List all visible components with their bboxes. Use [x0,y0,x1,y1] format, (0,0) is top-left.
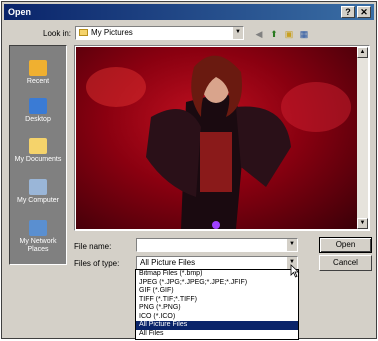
scroll-down-icon[interactable]: ▼ [357,218,368,229]
file-name-input[interactable]: ▼ [136,238,298,252]
recent-icon [29,60,47,76]
dropdown-option[interactable]: GIF (*.GIF) [136,287,298,296]
dropdown-option[interactable]: TIFF (*.TIF;*.TIFF) [136,296,298,305]
place-label: Desktop [25,116,51,123]
look-in-combo[interactable]: My Pictures ▼ [75,26,244,40]
place-label: My Network Places [19,238,57,253]
close-button[interactable]: ✕ [357,6,371,18]
preview-photo [76,47,358,229]
my-computer-icon [29,179,47,195]
my-documents-icon [29,138,47,154]
dropdown-option[interactable]: All Files [136,330,298,339]
files-of-type-value: All Picture Files [140,258,196,267]
place-desktop[interactable]: Desktop [10,98,66,124]
scroll-up-icon[interactable]: ▲ [357,47,368,58]
new-folder-icon[interactable]: ▣ [283,29,295,40]
files-of-type-label: Files of type: [74,259,120,268]
place-label: My Documents [14,156,62,163]
dropdown-option-selected[interactable]: All Picture Files [136,321,298,330]
file-name-label: File name: [74,242,112,251]
place-recent[interactable]: Recent [10,60,66,86]
place-label: My Computer [16,197,59,204]
chevron-down-icon[interactable]: ▼ [286,239,297,251]
up-folder-icon[interactable]: ⬆ [268,29,280,40]
mouse-cursor-icon [290,264,300,278]
look-in-label: Look in: [43,29,72,38]
open-dialog: Open ? ✕ Look in: My Pictures ▼ ◀ ⬆ ▣ ▦ … [1,1,377,340]
look-in-value: My Pictures [91,28,133,37]
help-button[interactable]: ? [341,6,355,18]
network-places-icon [29,220,47,236]
back-icon[interactable]: ◀ [253,29,265,40]
vertical-scrollbar[interactable]: ▲ ▼ [357,47,368,229]
desktop-icon [29,98,47,114]
cancel-button[interactable]: Cancel [319,255,372,271]
chevron-down-icon[interactable]: ▼ [232,27,243,39]
place-my-computer[interactable]: My Computer [10,179,66,205]
place-label: Recent [26,78,50,85]
file-list-view[interactable]: ▲ ▼ [74,45,370,231]
dropdown-option[interactable]: ICO (*.ICO) [136,313,298,322]
title-bar[interactable]: Open ? ✕ [4,4,374,20]
folder-icon [79,29,88,37]
views-icon[interactable]: ▦ [298,29,310,40]
dropdown-option[interactable]: JPEG (*.JPG;*.JPEG;*.JPE;*.JFIF) [136,279,298,288]
files-of-type-dropdown[interactable]: Bitmap Files (*.bmp) JPEG (*.JPG;*.JPEG;… [135,269,299,340]
places-bar: Recent Desktop My Documents My Computer … [9,45,67,265]
window-title: Open [8,7,32,17]
place-my-documents[interactable]: My Documents [10,138,66,164]
dropdown-option[interactable]: Bitmap Files (*.bmp) [136,270,298,279]
place-network[interactable]: My Network Places [10,220,66,254]
files-of-type-select[interactable]: All Picture Files ▼ [136,256,298,270]
dropdown-option[interactable]: PNG (*.PNG) [136,304,298,313]
open-button[interactable]: Open [319,237,372,253]
